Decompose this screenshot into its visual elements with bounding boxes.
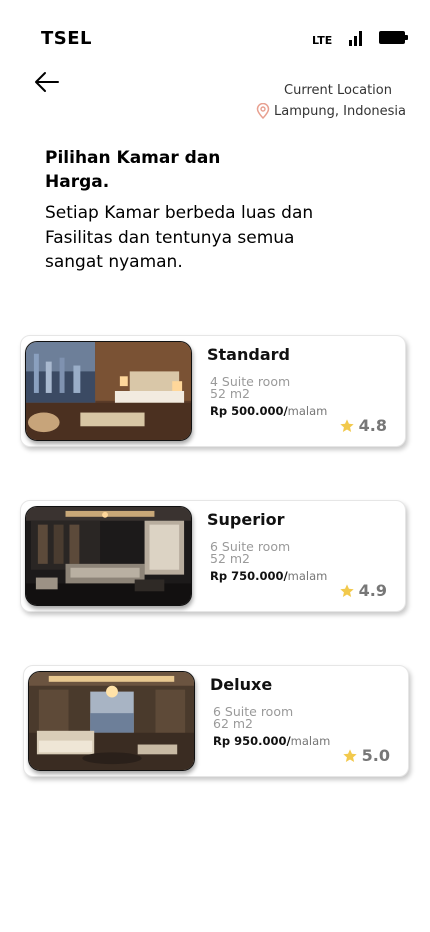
page-description: Setiap Kamar berbeda luas dan Fasilitas … xyxy=(45,203,314,272)
room-card-superior[interactable]: Superior 6 Suite room 52 m2 Rp 750.000/m… xyxy=(20,500,406,612)
room-size: 52 m2 xyxy=(210,386,251,401)
room-name: Deluxe xyxy=(210,675,273,694)
room-photo xyxy=(25,506,192,606)
room-photo xyxy=(25,341,192,441)
rating-value: 4.9 xyxy=(358,581,387,600)
back-button[interactable] xyxy=(34,70,60,94)
star-icon xyxy=(339,583,354,597)
room-size: 52 m2 xyxy=(210,551,251,566)
room-card-deluxe[interactable]: Deluxe 6 Suite room 62 m2 Rp 950.000/mal… xyxy=(23,665,409,777)
room-name: Standard xyxy=(207,345,290,364)
room-price-value: Rp 500.000/ xyxy=(210,404,288,418)
room-price-value: Rp 950.000/ xyxy=(213,734,291,748)
signal-icon xyxy=(349,30,365,46)
star-icon xyxy=(342,748,357,762)
carrier-name: TSEL xyxy=(41,28,93,49)
room-price: Rp 500.000/malam xyxy=(210,404,327,418)
arrow-left-icon xyxy=(35,72,59,92)
room-rating: 4.9 xyxy=(339,581,387,600)
room-rating: 5.0 xyxy=(342,746,390,765)
rating-value: 4.8 xyxy=(358,416,387,435)
room-price: Rp 750.000/malam xyxy=(210,569,327,583)
network-type: LTE xyxy=(312,34,333,47)
battery-icon xyxy=(379,31,408,44)
room-size: 62 m2 xyxy=(213,716,254,731)
current-location-label: Current Location xyxy=(284,83,392,98)
room-price-unit: malam xyxy=(290,734,331,748)
current-location[interactable]: Lampung, Indonesia xyxy=(256,103,406,119)
room-name: Superior xyxy=(207,510,285,529)
room-photo xyxy=(28,671,195,771)
page-title: Pilihan Kamar dan Harga. xyxy=(45,148,221,192)
room-price-unit: malam xyxy=(287,404,328,418)
star-icon xyxy=(339,418,354,432)
room-card-standard[interactable]: Standard 4 Suite room 52 m2 Rp 500.000/m… xyxy=(20,335,406,447)
current-location-value: Lampung, Indonesia xyxy=(274,103,406,119)
room-rating: 4.8 xyxy=(339,416,387,435)
location-pin-icon xyxy=(256,103,270,119)
room-price-unit: malam xyxy=(287,569,328,583)
room-price: Rp 950.000/malam xyxy=(213,734,330,748)
room-price-value: Rp 750.000/ xyxy=(210,569,288,583)
rating-value: 5.0 xyxy=(361,746,390,765)
